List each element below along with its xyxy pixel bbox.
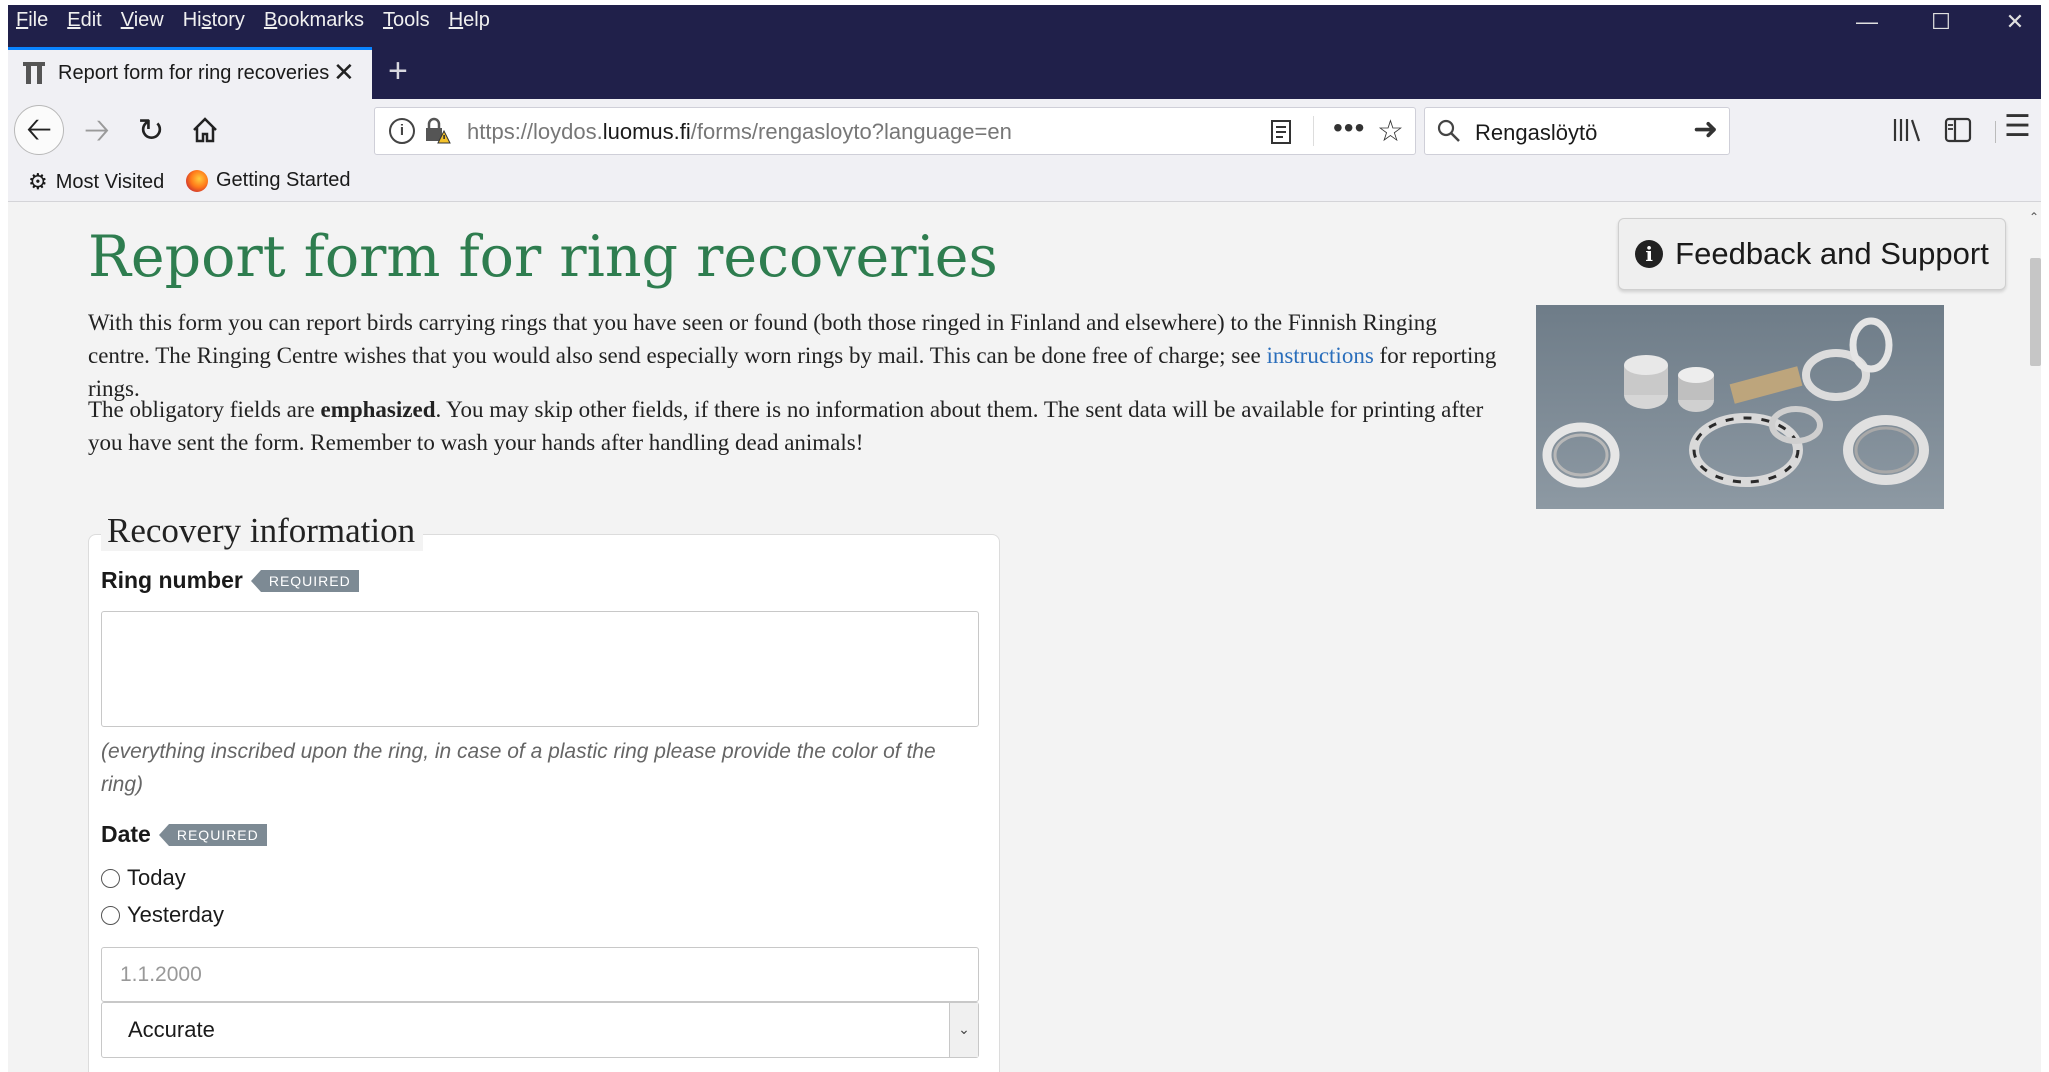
emphasized-word: emphasized bbox=[320, 397, 436, 422]
menu-bookmarks[interactable]: Bookmarks bbox=[256, 5, 375, 35]
intro-text: With this form you can report birds carr… bbox=[88, 310, 1437, 368]
date-label: Date REQUIRED bbox=[101, 821, 267, 848]
tab-title: Report form for ring recoveries bbox=[58, 62, 330, 84]
ring-number-label-text: Ring number bbox=[101, 567, 243, 593]
bookmark-star-icon[interactable]: ☆ bbox=[1377, 114, 1404, 149]
menu-help[interactable]: Help bbox=[441, 5, 501, 35]
library-icon[interactable] bbox=[1892, 117, 1922, 143]
menu-file[interactable]: File bbox=[8, 5, 59, 35]
menu-edit[interactable]: Edit bbox=[59, 5, 112, 35]
ring-number-help: (everything inscribed upon the ring, in … bbox=[101, 740, 936, 796]
insecure-lock-icon[interactable] bbox=[423, 117, 451, 145]
bookmarks-toolbar: ⚙ Most Visited Getting Started bbox=[8, 161, 2041, 202]
urlbar-divider bbox=[1313, 116, 1314, 146]
required-badge: REQUIRED bbox=[158, 823, 267, 846]
navigation-toolbar: 🡠 🡢 ↻ i https://loydos.luomus.fi/forms/r… bbox=[8, 99, 2041, 161]
firefox-icon bbox=[186, 169, 208, 192]
info-icon: i bbox=[1635, 240, 1664, 268]
page-content: Report form for ring recoveries i Feedba… bbox=[8, 202, 2028, 1072]
chevron-down-icon[interactable]: ⌄ bbox=[949, 1003, 978, 1057]
feedback-label: Feedback and Support bbox=[1675, 236, 1989, 271]
radio-button[interactable] bbox=[101, 868, 120, 888]
date-accuracy-select[interactable]: Accurate ⌄ bbox=[101, 1002, 979, 1058]
luomus-favicon-icon bbox=[23, 62, 45, 84]
menu-bar: File Edit View History Bookmarks Tools H… bbox=[8, 5, 501, 35]
home-icon[interactable] bbox=[180, 105, 230, 155]
hamburger-menu-icon[interactable]: ☰ bbox=[2004, 109, 2031, 144]
toolbar-divider bbox=[1995, 121, 1996, 143]
gear-icon: ⚙ bbox=[28, 169, 48, 194]
page-scrollbar[interactable]: ⌃ bbox=[2028, 202, 2041, 1072]
menu-tools[interactable]: Tools bbox=[375, 5, 441, 35]
date-option-yesterday[interactable]: Yesterday bbox=[101, 902, 224, 928]
recovery-information-fieldset: Recovery information Ring number REQUIRE… bbox=[88, 511, 1000, 1072]
scroll-up-icon[interactable]: ⌃ bbox=[2029, 210, 2039, 224]
instructions-link[interactable]: instructions bbox=[1266, 343, 1373, 368]
search-icon bbox=[1437, 119, 1460, 142]
search-bar[interactable]: Rengaslöytö ➜ bbox=[1424, 107, 1730, 155]
date-input[interactable] bbox=[101, 947, 979, 1002]
minimize-icon[interactable]: — bbox=[1830, 5, 1904, 39]
fieldset-legend: Recovery information bbox=[101, 511, 424, 551]
forward-icon[interactable]: 🡢 bbox=[72, 105, 122, 155]
search-go-icon[interactable]: ➜ bbox=[1693, 112, 1718, 147]
ring-number-label: Ring number REQUIRED bbox=[101, 567, 359, 594]
search-input[interactable]: Rengaslöytö bbox=[1475, 120, 1597, 146]
obligatory-paragraph: The obligatory fields are emphasized. Yo… bbox=[88, 393, 1498, 459]
sidebar-toggle-icon[interactable] bbox=[1944, 117, 1972, 143]
radio-label: Today bbox=[127, 865, 186, 890]
bird-rings-photo bbox=[1536, 305, 1944, 509]
bookmark-most-visited[interactable]: ⚙ Most Visited bbox=[28, 169, 164, 195]
date-accuracy-value: Accurate bbox=[128, 1017, 215, 1042]
obligatory-text: The obligatory fields are bbox=[88, 397, 321, 422]
tab-close-icon[interactable]: ✕ bbox=[333, 57, 355, 88]
ring-number-input[interactable] bbox=[101, 611, 979, 727]
bookmark-label: Most Visited bbox=[55, 170, 165, 193]
intro-paragraph: With this form you can report birds carr… bbox=[88, 306, 1498, 405]
site-info-icon[interactable]: i bbox=[389, 118, 415, 144]
reader-view-icon[interactable] bbox=[1270, 120, 1292, 144]
radio-button[interactable] bbox=[101, 905, 120, 925]
date-label-text: Date bbox=[101, 821, 151, 847]
radio-label: Yesterday bbox=[127, 902, 225, 927]
bookmark-getting-started[interactable]: Getting Started bbox=[186, 169, 351, 192]
reload-icon[interactable]: ↻ bbox=[126, 105, 176, 155]
page-title: Report form for ring recoveries bbox=[88, 224, 998, 290]
menu-view[interactable]: View bbox=[113, 5, 175, 35]
new-tab-icon[interactable]: + bbox=[388, 54, 408, 88]
scrollbar-thumb[interactable] bbox=[2030, 258, 2041, 366]
close-window-icon[interactable]: ✕ bbox=[1978, 5, 2049, 39]
bookmark-label: Getting Started bbox=[216, 169, 351, 191]
required-badge: REQUIRED bbox=[250, 569, 359, 592]
page-actions-icon[interactable]: ••• bbox=[1333, 112, 1365, 144]
date-option-today[interactable]: Today bbox=[101, 865, 186, 891]
url-bar[interactable]: i https://loydos.luomus.fi/forms/rengasl… bbox=[374, 107, 1416, 155]
menu-history[interactable]: History bbox=[175, 5, 256, 35]
tab-active[interactable]: Report form for ring recoveries ✕ bbox=[8, 47, 372, 99]
back-icon[interactable]: 🡠 bbox=[14, 105, 64, 155]
feedback-support-button[interactable]: i Feedback and Support bbox=[1618, 218, 2006, 290]
maximize-icon[interactable]: ☐ bbox=[1904, 5, 1978, 39]
url-text[interactable]: https://loydos.luomus.fi/forms/rengasloy… bbox=[467, 119, 1012, 145]
